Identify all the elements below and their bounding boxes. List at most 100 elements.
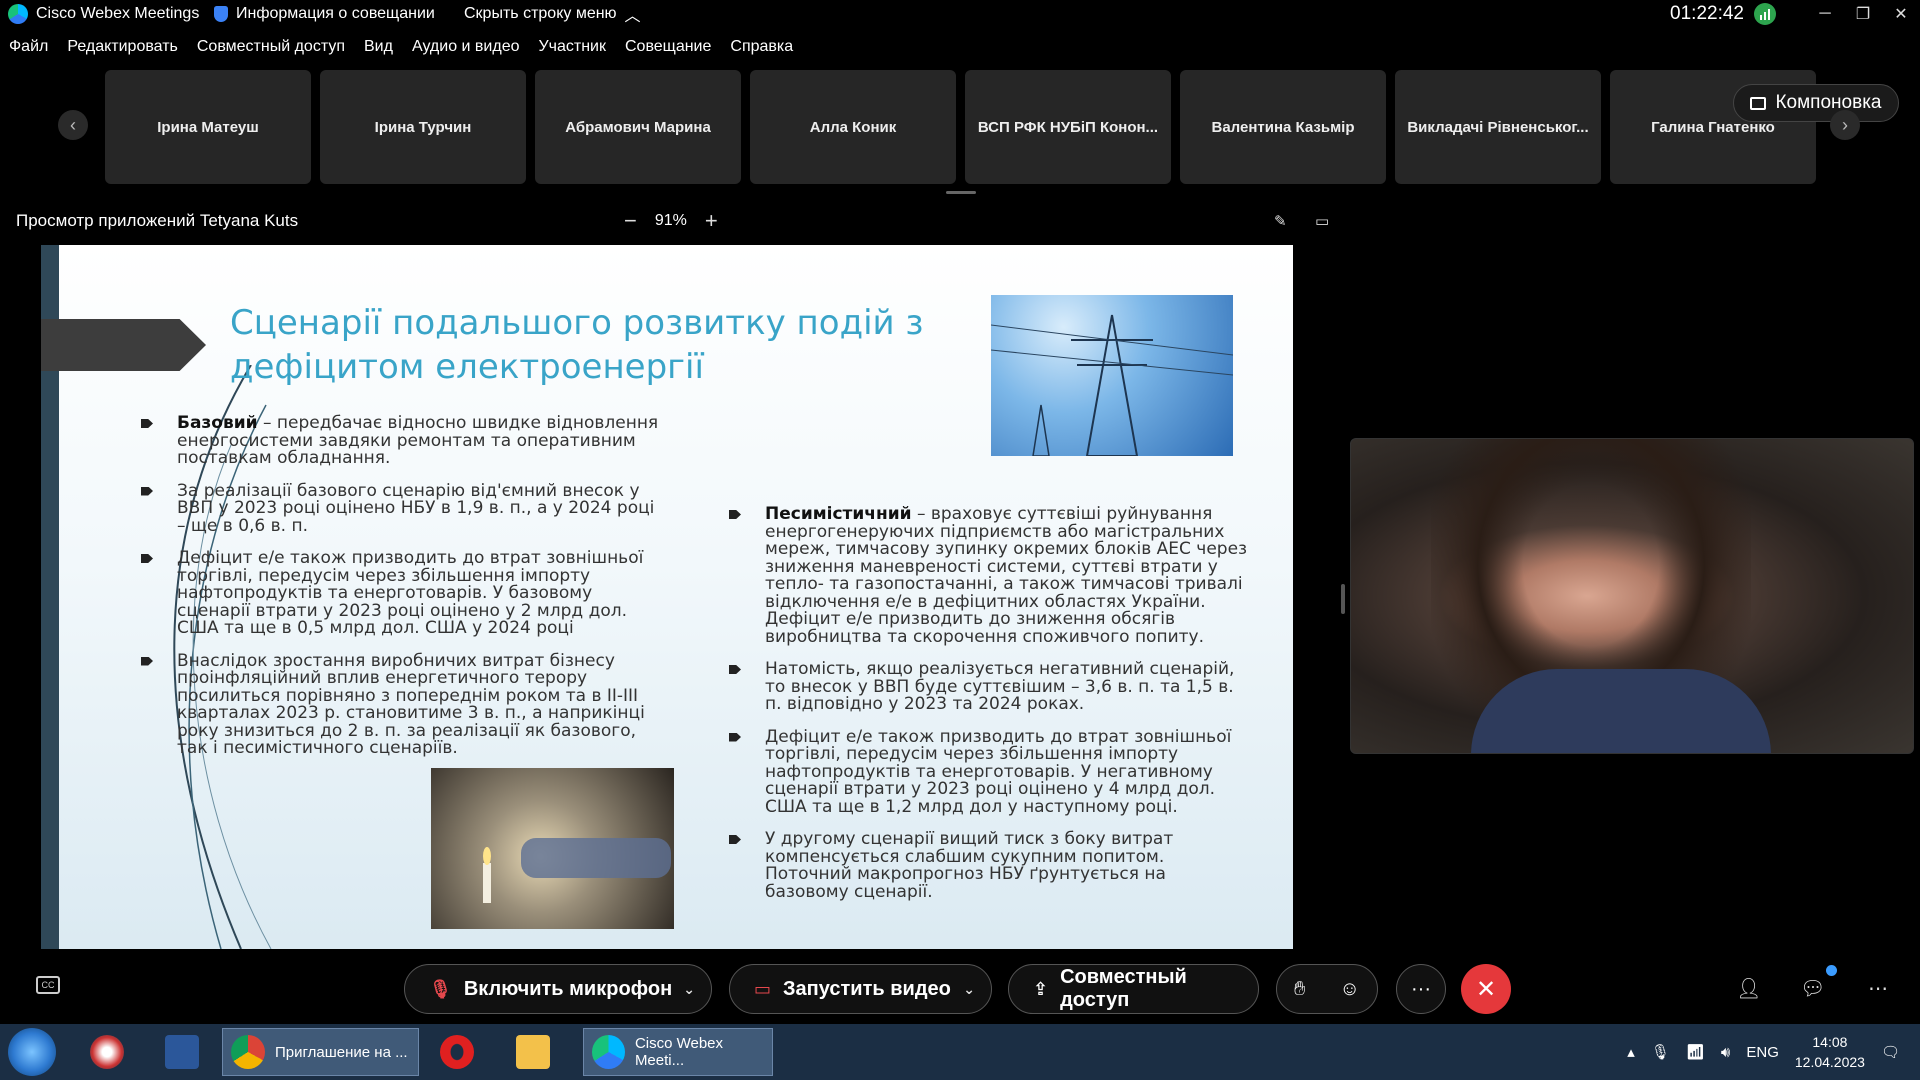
participant-tile[interactable]: Ірина Турчин	[320, 70, 526, 184]
language-indicator[interactable]: ENG	[1746, 1044, 1779, 1061]
zoom-in-button[interactable]: +	[705, 208, 718, 234]
opera-icon	[440, 1035, 474, 1069]
show-hidden-icons[interactable]: ▴	[1627, 1043, 1635, 1061]
power-pylon-image	[990, 295, 1234, 457]
list-item: За реалізації базового сценарію від'ємни…	[141, 480, 661, 536]
participant-name: ВСП РФК НУБіП Конон...	[977, 118, 1159, 136]
menu-help[interactable]: Справка	[730, 38, 793, 62]
word-icon	[165, 1035, 199, 1069]
taskbar-opera[interactable]	[432, 1028, 492, 1076]
candle-image	[431, 768, 674, 929]
strip-resize-handle[interactable]	[946, 191, 976, 194]
taskbar-snipping-tool[interactable]	[82, 1028, 142, 1076]
participant-tile[interactable]: ВСП РФК НУБіП Конон...	[965, 70, 1171, 184]
speaker-video[interactable]	[1350, 438, 1914, 754]
list-item: У другому сценарії вищий тиск з боку вит…	[729, 829, 1254, 902]
share-label: Совместный доступ	[1060, 966, 1187, 1011]
mic-muted-icon: 🎙︎	[429, 978, 452, 999]
chevron-down-icon[interactable]: ⌄	[963, 981, 975, 998]
folder-icon	[516, 1035, 550, 1069]
taskbar-word[interactable]	[157, 1028, 217, 1076]
layout-icon	[1750, 96, 1767, 110]
meeting-info-button[interactable]: Информация о совещании	[214, 5, 464, 23]
taskbar-date: 12.04.2023	[1794, 1054, 1865, 1070]
minimize-icon[interactable]: ─	[1806, 5, 1844, 23]
chevron-right-icon[interactable]: ›	[1830, 110, 1860, 140]
restore-icon[interactable]: ❐	[1844, 4, 1882, 24]
bullet-text: – враховує суттєвіші руйнування енергоге…	[765, 504, 1248, 647]
share-button[interactable]: ⇪ Совместный доступ	[1008, 964, 1259, 1014]
remote-control-icon[interactable]: ▭	[1315, 212, 1335, 230]
participant-tile[interactable]: Ірина Матеуш	[105, 70, 311, 184]
chevron-left-icon[interactable]: ‹	[58, 110, 88, 140]
network-icon[interactable]: 📶︎	[1686, 1043, 1705, 1061]
snipping-tool-icon	[90, 1035, 124, 1069]
more-panels-icon[interactable]: ⋯	[1868, 976, 1888, 1001]
list-item: Натомість, якщо реалізується негативний …	[729, 660, 1254, 714]
connection-signal-icon[interactable]	[1754, 3, 1776, 25]
mic-button[interactable]: 🎙︎ Включить микрофон ⌄	[404, 964, 712, 1014]
closed-captions-icon[interactable]: CC	[36, 976, 60, 994]
bullet-text: У другому сценарії вищий тиск з боку вит…	[765, 829, 1174, 902]
participant-name: Ірина Матеуш	[157, 118, 259, 136]
list-item: Внаслідок зростання виробничих витрат бі…	[141, 650, 661, 758]
webex-icon	[592, 1035, 625, 1069]
menu-file[interactable]: Файл	[9, 38, 48, 62]
chevron-down-icon[interactable]: ⌄	[683, 981, 695, 998]
webex-logo-icon	[8, 4, 28, 24]
presentation-slide: Сценарії подальшого розвитку подій з деф…	[41, 245, 1293, 949]
taskbar-clock[interactable]: 14:08 12.04.2023	[1795, 1032, 1865, 1072]
menu-view[interactable]: Вид	[364, 38, 393, 62]
menu-audio-video[interactable]: Аудио и видео	[412, 38, 520, 62]
participant-strip: ‹ Ірина Матеуш Ірина Турчин Абрамович Ма…	[0, 68, 1920, 188]
raise-hand-icon[interactable]: ✋︎	[1294, 978, 1305, 1001]
close-icon[interactable]: ✕	[1882, 4, 1920, 24]
participant-tile[interactable]: Алла Коник	[750, 70, 956, 184]
reactions-group: ✋︎ ☺	[1276, 964, 1378, 1014]
list-item: Базовий – передбачає відносно швидке від…	[141, 414, 661, 468]
menu-meeting[interactable]: Совещание	[625, 38, 711, 62]
close-icon: ✕	[1475, 975, 1497, 1003]
share-icon: ⇪	[1033, 978, 1049, 999]
list-item: Песимістичний – враховує суттєвіші руйну…	[729, 504, 1254, 647]
panel-resize-handle[interactable]	[1341, 584, 1345, 614]
annotate-icon[interactable]: ✎	[1274, 212, 1294, 230]
participant-tile[interactable]: Абрамович Марина	[535, 70, 741, 184]
hide-menu-button[interactable]: Скрыть строку меню ︿	[464, 2, 641, 26]
menu-participant[interactable]: Участник	[538, 38, 606, 62]
taskbar-chrome-label: Приглашение на ...	[275, 1043, 408, 1061]
meeting-timer: 01:22:42	[1670, 3, 1744, 24]
windows-taskbar: Приглашение на ... Cisco Webex Meeti... …	[0, 1024, 1920, 1080]
app-title: Cisco Webex Meetings	[0, 4, 214, 24]
zoom-out-button[interactable]: −	[624, 208, 637, 234]
video-button[interactable]: ▭ Запустить видео ⌄	[729, 964, 992, 1014]
bullet-text: Внаслідок зростання виробничих витрат бі…	[177, 650, 645, 758]
more-icon: ···	[1411, 977, 1431, 1000]
microphone-icon[interactable]: 🎙︎	[1651, 1043, 1670, 1061]
title-bar: Cisco Webex Meetings Информация о совеща…	[0, 0, 1920, 28]
list-item: Дефіцит е/е також призводить до втрат зо…	[729, 726, 1254, 817]
video-sweater-shading	[1471, 669, 1771, 753]
bullet-text: Дефіцит е/е також призводить до втрат зо…	[765, 726, 1232, 817]
participants-icon[interactable]: 👤︎	[1736, 976, 1761, 1001]
pylon-illustration	[990, 314, 1234, 457]
taskbar-explorer[interactable]	[508, 1028, 568, 1076]
taskbar-chrome[interactable]: Приглашение на ...	[222, 1028, 419, 1076]
menu-edit[interactable]: Редактировать	[67, 38, 178, 62]
taskbar-webex[interactable]: Cisco Webex Meeti...	[583, 1028, 773, 1076]
participant-name: Ірина Турчин	[374, 118, 472, 136]
participant-tile[interactable]: Валентина Казьмір	[1180, 70, 1386, 184]
notifications-icon[interactable]: 🗨︎	[1881, 1043, 1900, 1061]
more-options-button[interactable]: ···	[1396, 964, 1446, 1014]
menu-share[interactable]: Совместный доступ	[197, 38, 345, 62]
leave-meeting-button[interactable]: ✕	[1461, 964, 1511, 1014]
menu-bar: Файл Редактировать Совместный доступ Вид…	[0, 38, 793, 62]
shared-content: Сценарії подальшого розвитку подій з деф…	[0, 245, 1336, 949]
start-button[interactable]	[8, 1028, 56, 1076]
layout-button[interactable]: Компоновка	[1733, 84, 1899, 122]
participant-tile[interactable]: Викладачі Рівненськог...	[1395, 70, 1601, 184]
bullet-text: За реалізації базового сценарію від'ємни…	[177, 480, 655, 536]
volume-icon[interactable]: 🔊︎	[1721, 1044, 1730, 1061]
chat-icon[interactable]: 💬︎	[1800, 976, 1825, 1001]
emoji-reaction-icon[interactable]: ☺	[1340, 978, 1360, 1001]
